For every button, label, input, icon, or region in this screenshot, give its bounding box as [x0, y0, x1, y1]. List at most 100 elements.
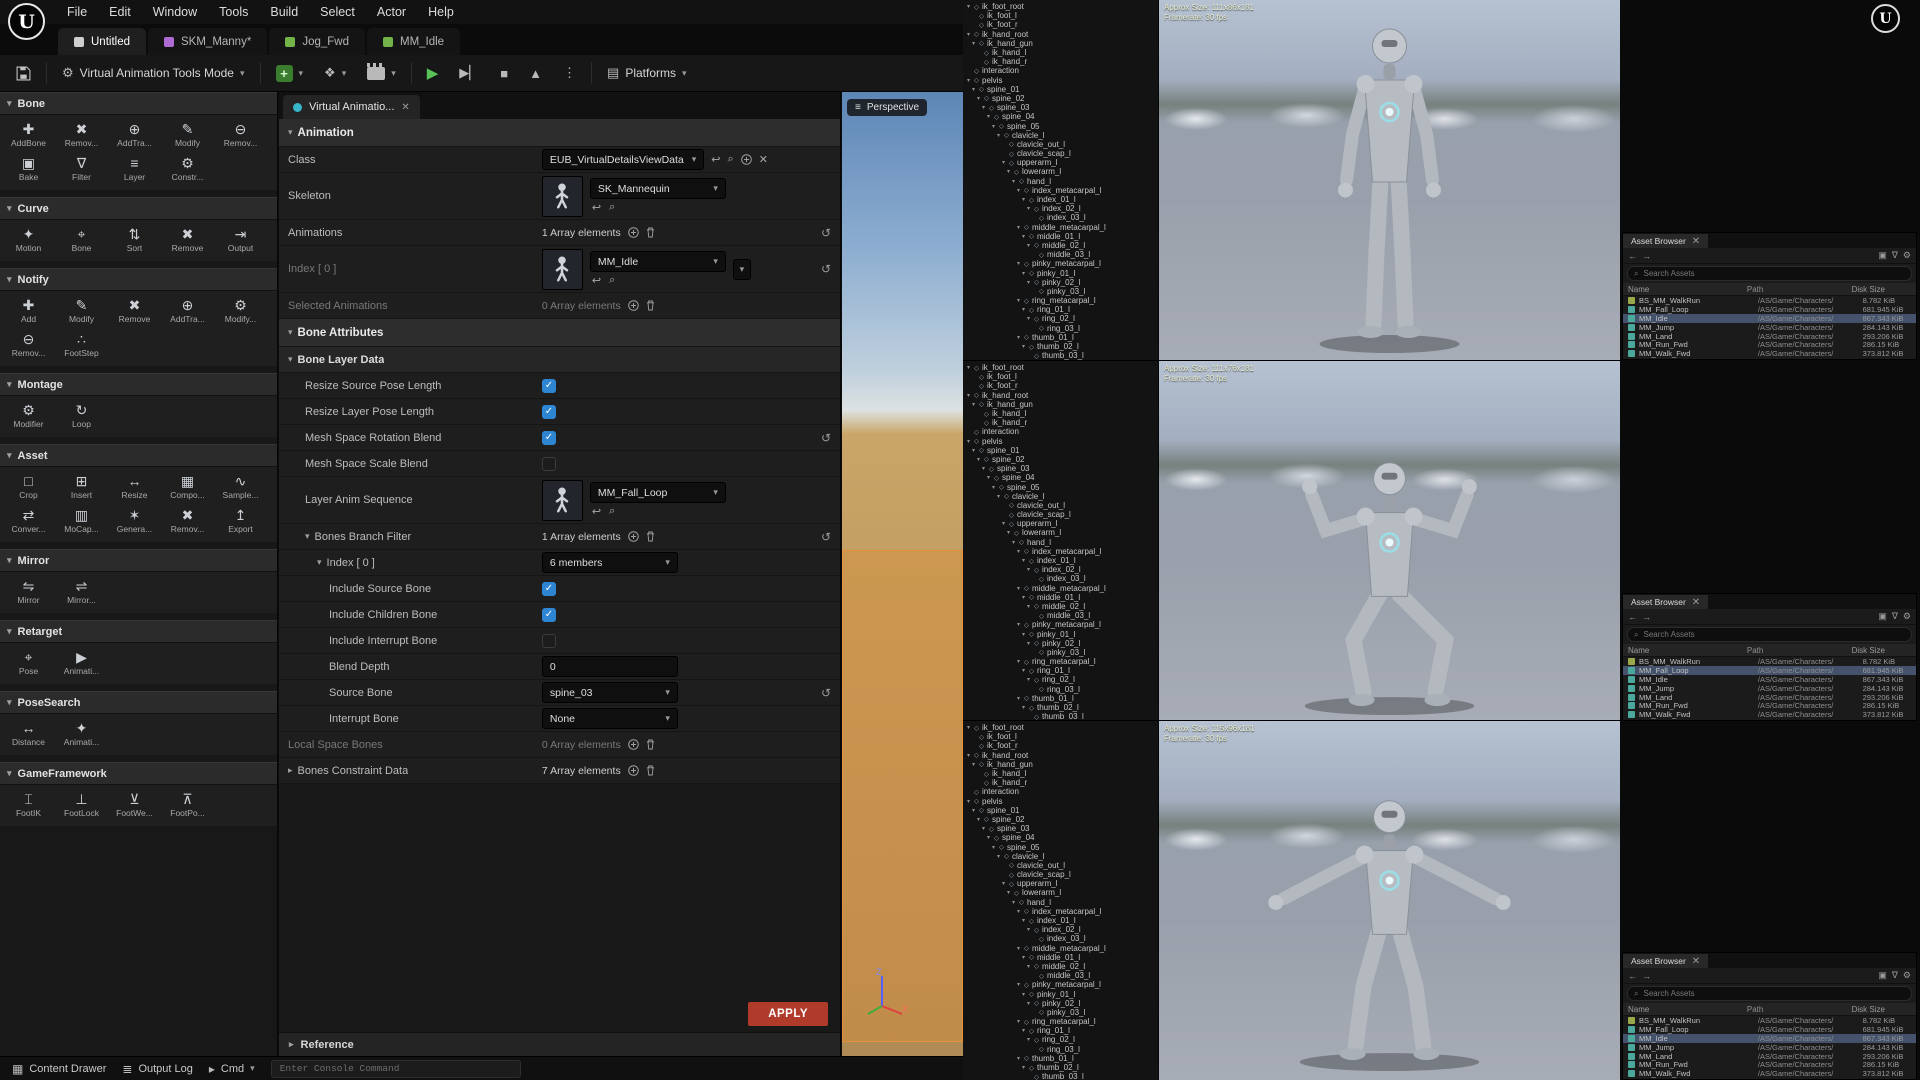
chevron-down-icon[interactable]: ▾ [305, 531, 310, 542]
reset-to-default-icon[interactable]: ↺ [821, 226, 831, 240]
chevron-down-icon[interactable]: ▾ [288, 127, 293, 138]
bone-tree-item[interactable]: ▾◇middle_metacarpal_l [963, 944, 1158, 953]
tool-remov-[interactable]: ⊖Remov... [214, 118, 267, 152]
column-path[interactable]: Path [1747, 285, 1852, 294]
back-arrow-icon[interactable]: ← [1628, 612, 1637, 622]
reset-to-default-icon[interactable]: ↺ [821, 686, 831, 700]
bone-tree-item[interactable]: ▾◇pinky_metacarpal_l [963, 620, 1158, 629]
dropdown-interrupt-bone[interactable]: None▾ [542, 708, 678, 729]
bone-tree-item[interactable]: ◇interaction [963, 66, 1158, 75]
bone-tree-item[interactable]: ▾◇middle_02_l [963, 602, 1158, 611]
menu-help[interactable]: Help [417, 2, 465, 22]
bone-tree-item[interactable]: ◇interaction [963, 427, 1158, 436]
tool-addtra-[interactable]: ⊕AddTra... [108, 118, 161, 152]
bone-tree-item[interactable]: ▾◇spine_03 [963, 103, 1158, 112]
bone-tree-item[interactable]: ▾◇clavicle_l [963, 131, 1158, 140]
tab-virtual-animation[interactable]: Virtual Animatio... ✕ [283, 95, 420, 119]
tool-resize[interactable]: ↔Resize [108, 470, 161, 504]
bone-tree-item[interactable]: ▾◇pinky_01_l [963, 989, 1158, 998]
bone-tree-item[interactable]: ◇ik_foot_l [963, 11, 1158, 20]
tool-filter[interactable]: ∇Filter [55, 152, 108, 186]
tool-remove[interactable]: ✖Remove [161, 223, 214, 257]
asset-row-mm_jump[interactable]: MM_Jump/AS/Game/Characters/284.143 KiB [1623, 1043, 1916, 1052]
bone-tree-item[interactable]: ◇ik_hand_r [963, 418, 1158, 427]
back-arrow-icon[interactable]: ← [1628, 971, 1637, 981]
bone-tree-item[interactable]: ▾◇pinky_02_l [963, 999, 1158, 1008]
menu-actor[interactable]: Actor [366, 2, 417, 22]
bone-tree-item[interactable]: ◇clavicle_out_l [963, 501, 1158, 510]
add-element-icon[interactable] [628, 531, 639, 542]
bone-tree-item[interactable]: ◇pinky_03_l [963, 1008, 1158, 1017]
menu-tools[interactable]: Tools [208, 2, 259, 22]
bone-tree-item[interactable]: ▾◇ik_foot_root [963, 363, 1158, 372]
tool-mirror-[interactable]: ⇌Mirror... [55, 575, 108, 609]
asset-row-mm_jump[interactable]: MM_Jump/AS/Game/Characters/284.143 KiB [1623, 323, 1916, 332]
bone-tree-item[interactable]: ▾◇thumb_01_l [963, 694, 1158, 703]
bone-tree-item[interactable]: ▾◇middle_01_l [963, 232, 1158, 241]
use-selected-icon[interactable]: ↩ [711, 153, 720, 166]
bone-tree-item[interactable]: ▾◇pinky_02_l [963, 639, 1158, 648]
platforms-dropdown[interactable]: ▤ Platforms ▾ [601, 61, 693, 85]
bone-tree-item[interactable]: ▾◇ring_01_l [963, 305, 1158, 314]
bone-tree-item[interactable]: ▾◇middle_metacarpal_l [963, 223, 1158, 232]
tool-motion[interactable]: ✦Motion [2, 223, 55, 257]
tool-section-header-montage[interactable]: ▾Montage [0, 373, 277, 396]
tool-footlock[interactable]: ⊥FootLock [55, 788, 108, 822]
tool-animati-[interactable]: ✦Animati... [55, 717, 108, 751]
bone-tree-item[interactable]: ▾◇pinky_metacarpal_l [963, 980, 1158, 989]
menu-build[interactable]: Build [259, 2, 309, 22]
delete-elements-icon[interactable] [646, 531, 655, 542]
bone-tree-item[interactable]: ◇index_03_l [963, 574, 1158, 583]
bone-tree-item[interactable]: ▾◇spine_05 [963, 121, 1158, 130]
bone-tree-item[interactable]: ▾◇pelvis [963, 76, 1158, 85]
column-disk-size[interactable]: Disk Size [1852, 1005, 1911, 1014]
bone-tree-item[interactable]: ▾◇middle_02_l [963, 962, 1158, 971]
tool-animati-[interactable]: ▶Animati... [55, 646, 108, 680]
chevron-down-icon[interactable]: ▾ [288, 327, 293, 338]
bone-tree-item[interactable]: ▾◇ik_hand_root [963, 391, 1158, 400]
tool-modify-[interactable]: ⚙Modify... [214, 294, 267, 328]
tab-skm_manny-[interactable]: SKM_Manny* [148, 28, 267, 55]
tool-add[interactable]: ✚Add [2, 294, 55, 328]
combo-caret-button[interactable]: ▾ [733, 259, 751, 280]
tool-loop[interactable]: ↻Loop [55, 399, 108, 433]
asset-row-mm_jump[interactable]: MM_Jump/AS/Game/Characters/284.143 KiB [1623, 684, 1916, 693]
tool-layer[interactable]: ≡Layer [108, 152, 161, 186]
tool-modifier[interactable]: ⚙Modifier [2, 399, 55, 433]
asset-dropdown-mm_idle[interactable]: MM_Idle▾ [590, 251, 726, 272]
bone-tree-item[interactable]: ◇ik_foot_r [963, 381, 1158, 390]
tool-sample-[interactable]: ∿Sample... [214, 470, 267, 504]
tool-footik[interactable]: ⌶FootIK [2, 788, 55, 822]
tool-section-header-posesearch[interactable]: ▾PoseSearch [0, 691, 277, 714]
forward-arrow-icon[interactable]: → [1642, 251, 1651, 261]
asset-row-mm_run_fwd[interactable]: MM_Run_Fwd/AS/Game/Characters/286.15 KiB [1623, 340, 1916, 349]
add-element-icon[interactable] [628, 227, 639, 238]
tool-modify[interactable]: ✎Modify [55, 294, 108, 328]
asset-search-input[interactable]: ⌕Search Assets [1627, 986, 1912, 1001]
tool-distance[interactable]: ↔Distance [2, 717, 55, 751]
unreal-logo-icon[interactable]: U [8, 3, 45, 40]
bone-tree-item[interactable]: ◇middle_03_l [963, 971, 1158, 980]
level-viewport[interactable]: ≡ Perspective Z X [842, 92, 963, 1056]
asset-row-mm_fall_loop[interactable]: MM_Fall_Loop/AS/Game/Characters/681.945 … [1623, 666, 1916, 675]
clear-icon[interactable]: ✕ [759, 153, 768, 166]
bone-tree-item[interactable]: ◇thumb_03_l [963, 1072, 1158, 1080]
close-icon[interactable]: ✕ [1692, 956, 1700, 967]
bone-tree-item[interactable]: ▾◇upperarm_l [963, 879, 1158, 888]
bone-tree-item[interactable]: ▾◇ring_01_l [963, 666, 1158, 675]
forward-arrow-icon[interactable]: → [1642, 612, 1651, 622]
number-input-blend-depth[interactable]: 0 [542, 656, 678, 677]
bone-tree-item[interactable]: ◇pinky_03_l [963, 287, 1158, 296]
tool-section-header-asset[interactable]: ▾Asset [0, 444, 277, 467]
bone-tree-item[interactable]: ▾◇spine_03 [963, 824, 1158, 833]
tool-compo-[interactable]: ▦Compo... [161, 470, 214, 504]
bone-tree-item[interactable]: ▾◇ring_metacarpal_l [963, 657, 1158, 666]
tool-modify[interactable]: ✎Modify [161, 118, 214, 152]
asset-row-mm_idle[interactable]: MM_Idle/AS/Game/Characters/867.343 KiB [1623, 1034, 1916, 1043]
tool-section-header-retarget[interactable]: ▾Retarget [0, 620, 277, 643]
asset-browser-tab[interactable]: Asset Browser✕ [1623, 595, 1708, 609]
bone-tree-item[interactable]: ▾◇spine_02 [963, 94, 1158, 103]
bone-tree-item[interactable]: ▾◇pinky_metacarpal_l [963, 259, 1158, 268]
bone-tree-item[interactable]: ◇interaction [963, 787, 1158, 796]
cmd-dropdown[interactable]: ▸ Cmd ▾ [209, 1062, 255, 1076]
